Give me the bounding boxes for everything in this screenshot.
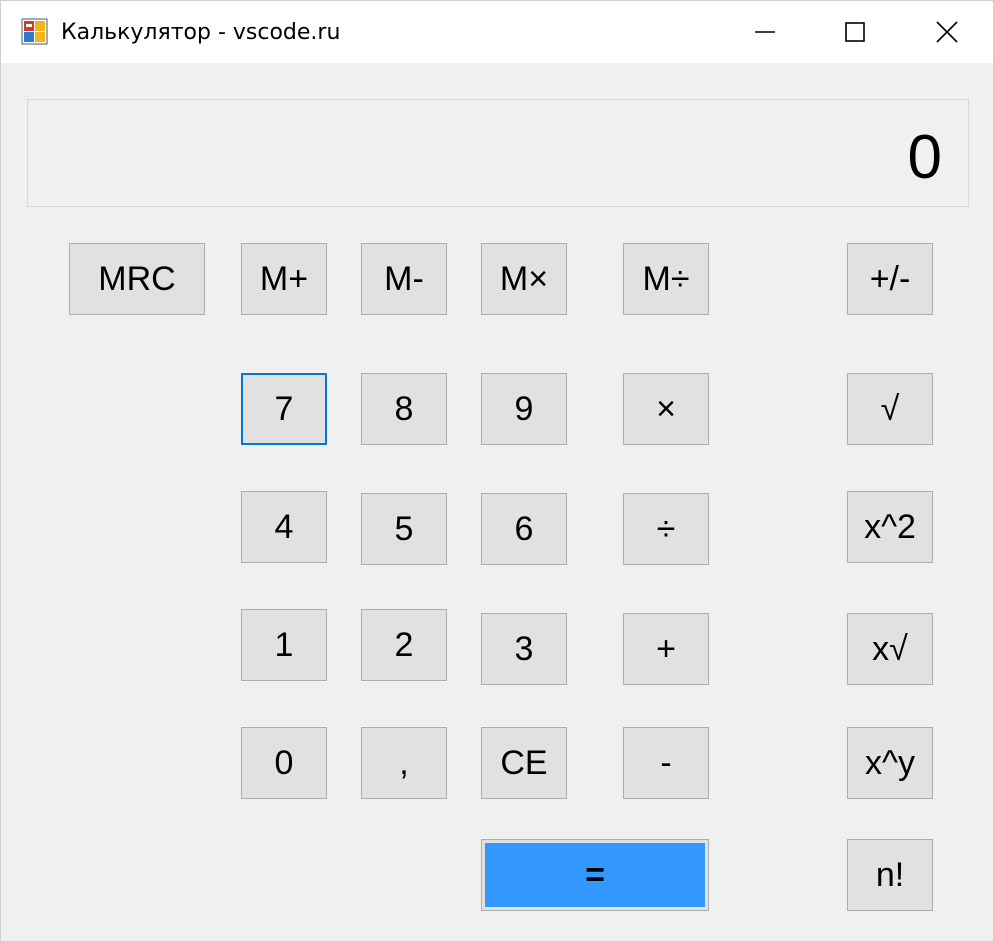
calculator-window: Калькулятор - vscode.ru 0 MRC M+ M- M× M… bbox=[0, 0, 994, 942]
comma-label: , bbox=[399, 743, 409, 782]
digit-4-button[interactable]: 4 bbox=[241, 491, 327, 563]
multiply-button[interactable]: × bbox=[623, 373, 709, 445]
sign-toggle-button[interactable]: +/- bbox=[847, 243, 933, 315]
factorial-button[interactable]: n! bbox=[847, 839, 933, 911]
nth-root-label: x√ bbox=[872, 629, 908, 668]
digit-0-button[interactable]: 0 bbox=[241, 727, 327, 799]
comma-button[interactable]: , bbox=[361, 727, 447, 799]
memory-add-label: M+ bbox=[259, 259, 309, 298]
memory-add-button[interactable]: M+ bbox=[241, 243, 327, 315]
digit-7-button[interactable]: 7 bbox=[241, 373, 327, 445]
clear-entry-button[interactable]: CE bbox=[481, 727, 567, 799]
square-label: x^2 bbox=[864, 507, 916, 546]
memory-divide-button[interactable]: M÷ bbox=[623, 243, 709, 315]
memory-subtract-button[interactable]: M- bbox=[361, 243, 447, 315]
plus-button[interactable]: + bbox=[623, 613, 709, 685]
close-button[interactable] bbox=[901, 1, 993, 63]
multiply-label: × bbox=[656, 389, 676, 428]
divide-label: ÷ bbox=[656, 509, 676, 548]
title-bar[interactable]: Калькулятор - vscode.ru bbox=[1, 1, 993, 63]
memory-multiply-label: M× bbox=[499, 259, 549, 298]
digit-7-label: 7 bbox=[274, 389, 294, 428]
digit-1-label: 1 bbox=[274, 625, 294, 664]
clear-entry-label: CE bbox=[500, 743, 548, 782]
result-display: 0 bbox=[27, 99, 969, 207]
memory-subtract-label: M- bbox=[384, 259, 424, 298]
digit-2-label: 2 bbox=[394, 625, 414, 664]
digit-2-button[interactable]: 2 bbox=[361, 609, 447, 681]
square-button[interactable]: x^2 bbox=[847, 491, 933, 563]
mrc-label: MRC bbox=[98, 259, 176, 298]
digit-3-label: 3 bbox=[514, 629, 534, 668]
digit-1-button[interactable]: 1 bbox=[241, 609, 327, 681]
digit-5-button[interactable]: 5 bbox=[361, 493, 447, 565]
close-icon bbox=[936, 21, 958, 43]
maximize-button[interactable] bbox=[809, 1, 901, 63]
power-button[interactable]: x^y bbox=[847, 727, 933, 799]
digit-3-button[interactable]: 3 bbox=[481, 613, 567, 685]
minus-button[interactable]: - bbox=[623, 727, 709, 799]
memory-divide-label: M÷ bbox=[642, 259, 690, 298]
digit-4-label: 4 bbox=[274, 507, 294, 546]
minimize-icon bbox=[755, 31, 775, 33]
calculator-app-icon bbox=[21, 18, 48, 45]
equals-label: = bbox=[585, 855, 605, 894]
digit-9-button[interactable]: 9 bbox=[481, 373, 567, 445]
equals-button[interactable]: = bbox=[481, 839, 709, 911]
digit-9-label: 9 bbox=[514, 389, 534, 428]
digit-8-label: 8 bbox=[394, 389, 414, 428]
sqrt-button[interactable]: √ bbox=[847, 373, 933, 445]
digit-6-button[interactable]: 6 bbox=[481, 493, 567, 565]
sqrt-label: √ bbox=[880, 389, 900, 428]
display-value: 0 bbox=[907, 123, 942, 192]
plus-label: + bbox=[656, 629, 676, 668]
divide-button[interactable]: ÷ bbox=[623, 493, 709, 565]
digit-8-button[interactable]: 8 bbox=[361, 373, 447, 445]
maximize-icon bbox=[845, 22, 865, 42]
window-title: Калькулятор - vscode.ru bbox=[61, 20, 341, 45]
digit-6-label: 6 bbox=[514, 509, 534, 548]
sign-toggle-label: +/- bbox=[869, 259, 911, 298]
memory-multiply-button[interactable]: M× bbox=[481, 243, 567, 315]
factorial-label: n! bbox=[875, 855, 905, 894]
digit-0-label: 0 bbox=[274, 743, 294, 782]
power-label: x^y bbox=[865, 743, 915, 782]
minimize-button[interactable] bbox=[719, 1, 811, 63]
nth-root-button[interactable]: x√ bbox=[847, 613, 933, 685]
minus-label: - bbox=[660, 743, 672, 782]
mrc-button[interactable]: MRC bbox=[69, 243, 205, 315]
digit-5-label: 5 bbox=[394, 509, 414, 548]
